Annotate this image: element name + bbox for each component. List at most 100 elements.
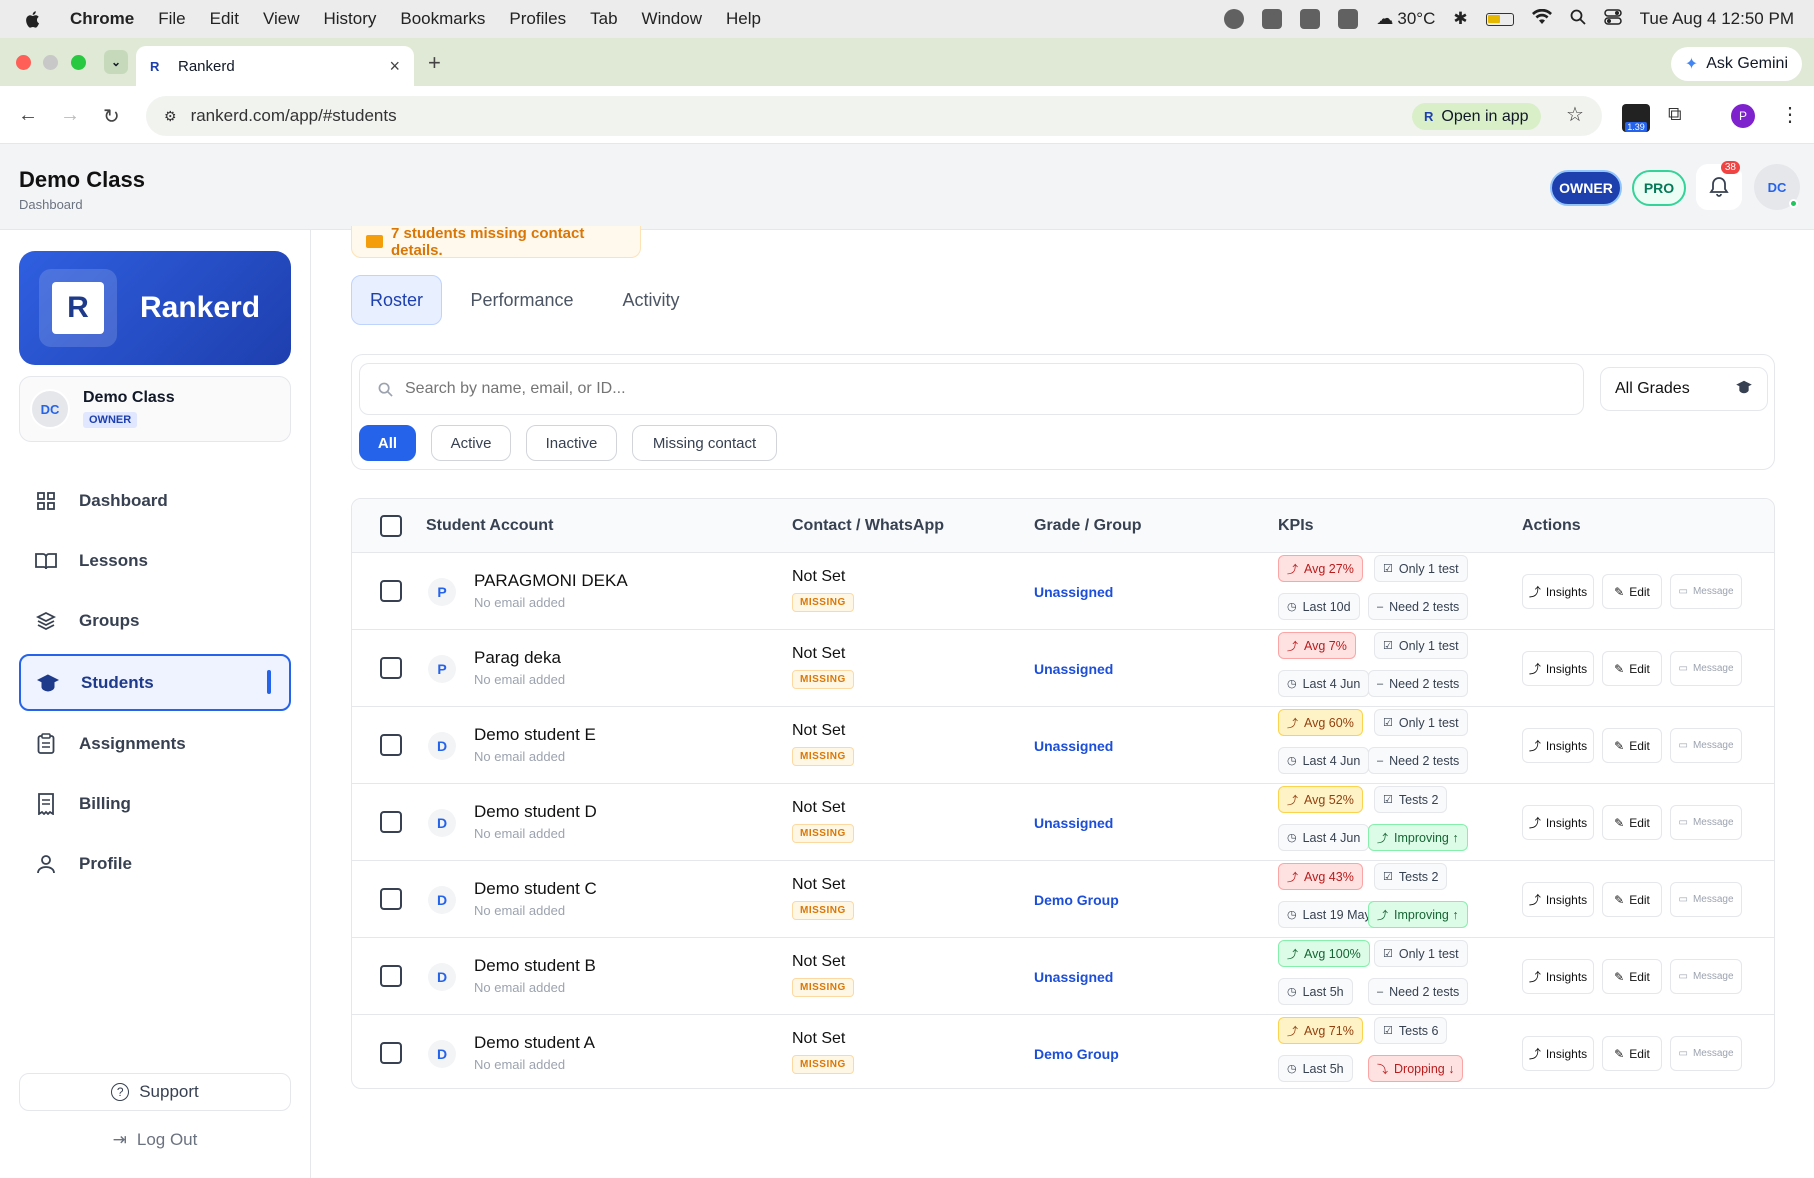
extensions-puzzle-icon[interactable]: ⧉ [1668, 104, 1682, 126]
edit-button[interactable]: ✎ Edit [1602, 805, 1662, 840]
edit-button[interactable]: ✎ Edit [1602, 574, 1662, 609]
column-header-student[interactable]: Student Account [426, 517, 553, 535]
student-name[interactable]: Parag deka [474, 648, 561, 668]
app-status-icon[interactable] [1300, 9, 1321, 29]
ask-gemini-button[interactable]: ✦ Ask Gemini [1670, 47, 1802, 81]
menu-edit[interactable]: Edit [210, 9, 239, 29]
filter-active[interactable]: Active [431, 425, 511, 461]
insights-button[interactable]: ⤴ Insights [1522, 805, 1594, 840]
brand-card[interactable]: R Rankerd [19, 251, 291, 365]
menu-view[interactable]: View [263, 9, 300, 29]
browser-tab-active[interactable]: R Rankerd × [136, 46, 414, 86]
window-minimize-icon[interactable] [43, 55, 58, 70]
menu-tab[interactable]: Tab [590, 9, 617, 29]
menu-history[interactable]: History [323, 9, 376, 29]
menu-app-name[interactable]: Chrome [70, 9, 134, 29]
filter-missing-contact[interactable]: Missing contact [632, 425, 777, 461]
teams-icon[interactable] [1262, 9, 1283, 29]
menu-window[interactable]: Window [642, 9, 702, 29]
edit-button[interactable]: ✎ Edit [1602, 651, 1662, 686]
sidebar-item-dashboard[interactable]: Dashboard [19, 473, 291, 529]
bluetooth-icon[interactable]: ✱ [1453, 9, 1467, 29]
tab-list-chevron-icon[interactable]: ⌄ [104, 50, 128, 74]
insights-button[interactable]: ⤴ Insights [1522, 959, 1594, 994]
message-button[interactable]: ▭ Message [1670, 1036, 1742, 1071]
new-tab-plus-icon[interactable]: + [428, 50, 441, 76]
row-checkbox[interactable] [380, 811, 402, 833]
search-field[interactable] [359, 363, 1584, 415]
notifications-button[interactable]: 38 [1696, 161, 1742, 210]
extension-badge-icon[interactable]: 1.39 [1622, 104, 1650, 132]
sidebar-item-lessons[interactable]: Lessons [19, 533, 291, 589]
column-header-group[interactable]: Grade / Group [1034, 517, 1142, 535]
back-arrow-icon[interactable]: ← [18, 104, 38, 127]
student-name[interactable]: Demo student E [474, 725, 596, 745]
menu-profiles[interactable]: Profiles [509, 9, 566, 29]
group-link[interactable]: Unassigned [1034, 584, 1113, 600]
sidebar-item-groups[interactable]: Groups [19, 593, 291, 649]
menu-bookmarks[interactable]: Bookmarks [400, 9, 485, 29]
tab-activity[interactable]: Activity [608, 275, 694, 325]
insights-button[interactable]: ⤴ Insights [1522, 882, 1594, 917]
student-name[interactable]: Demo student B [474, 956, 596, 976]
tab-performance[interactable]: Performance [460, 275, 584, 325]
tab-roster[interactable]: Roster [351, 275, 442, 325]
url-text[interactable]: rankerd.com/app/#students [191, 106, 397, 126]
missing-contact-banner[interactable]: 7 students missing contact details. [351, 225, 641, 259]
student-name[interactable]: Demo student C [474, 879, 597, 899]
menu-help[interactable]: Help [726, 9, 761, 29]
sidebar-item-billing[interactable]: Billing [19, 776, 291, 832]
window-zoom-icon[interactable] [71, 55, 86, 70]
row-checkbox[interactable] [380, 657, 402, 679]
spotlight-search-icon[interactable] [1570, 9, 1586, 30]
edit-button[interactable]: ✎ Edit [1602, 882, 1662, 917]
battery-icon[interactable] [1485, 12, 1514, 26]
bookmark-star-icon[interactable]: ☆ [1566, 102, 1584, 127]
group-link[interactable]: Unassigned [1034, 661, 1113, 677]
insights-button[interactable]: ⤴ Insights [1522, 728, 1594, 763]
edit-button[interactable]: ✎ Edit [1602, 1036, 1662, 1071]
open-in-app-button[interactable]: R Open in app [1412, 103, 1541, 130]
edit-button[interactable]: ✎ Edit [1602, 959, 1662, 994]
battery-app-icon[interactable] [1338, 9, 1359, 29]
student-name[interactable]: Demo student D [474, 802, 597, 822]
control-center-icon[interactable] [1603, 8, 1622, 30]
reload-icon[interactable]: ↻ [103, 104, 120, 129]
group-link[interactable]: Unassigned [1034, 738, 1113, 754]
row-checkbox[interactable] [380, 1042, 402, 1064]
column-header-kpis[interactable]: KPIs [1278, 517, 1314, 535]
wifi-icon[interactable] [1531, 8, 1552, 30]
edit-button[interactable]: ✎ Edit [1602, 728, 1662, 763]
header-avatar[interactable]: DC [1754, 164, 1800, 210]
search-input[interactable] [405, 380, 1505, 398]
grade-select[interactable]: All Grades [1600, 367, 1768, 411]
row-checkbox[interactable] [380, 734, 402, 756]
message-button[interactable]: ▭ Message [1670, 574, 1742, 609]
filter-all[interactable]: All [359, 425, 416, 461]
group-link[interactable]: Unassigned [1034, 815, 1113, 831]
column-header-contact[interactable]: Contact / WhatsApp [792, 517, 944, 535]
site-settings-icon[interactable]: ⚙ [164, 108, 177, 125]
row-checkbox[interactable] [380, 965, 402, 987]
insights-button[interactable]: ⤴ Insights [1522, 574, 1594, 609]
filter-inactive[interactable]: Inactive [526, 425, 617, 461]
tab-close-icon[interactable]: × [389, 56, 400, 77]
row-checkbox[interactable] [380, 580, 402, 602]
profile-avatar[interactable]: P [1731, 104, 1755, 128]
message-button[interactable]: ▭ Message [1670, 959, 1742, 994]
group-link[interactable]: Demo Group [1034, 892, 1119, 908]
logout-button[interactable]: ⇥ Log Out [19, 1121, 291, 1159]
menubar-datetime[interactable]: Tue Aug 4 12:50 PM [1640, 9, 1794, 29]
breadcrumb[interactable]: Dashboard [19, 197, 83, 212]
student-name[interactable]: PARAGMONI DEKA [474, 571, 628, 591]
support-button[interactable]: ? Support [19, 1073, 291, 1111]
student-name[interactable]: Demo student A [474, 1033, 595, 1053]
sidebar-item-students[interactable]: Students [19, 654, 291, 711]
group-link[interactable]: Demo Group [1034, 1046, 1119, 1062]
weather-cloud-icon[interactable]: ☁ [1376, 9, 1393, 29]
insights-button[interactable]: ⤴ Insights [1522, 651, 1594, 686]
insights-button[interactable]: ⤴ Insights [1522, 1036, 1594, 1071]
class-switcher-card[interactable]: DC Demo Class OWNER [19, 376, 291, 442]
browser-menu-kebab-icon[interactable]: ⋮ [1780, 102, 1800, 127]
sidebar-item-assignments[interactable]: Assignments [19, 716, 291, 772]
